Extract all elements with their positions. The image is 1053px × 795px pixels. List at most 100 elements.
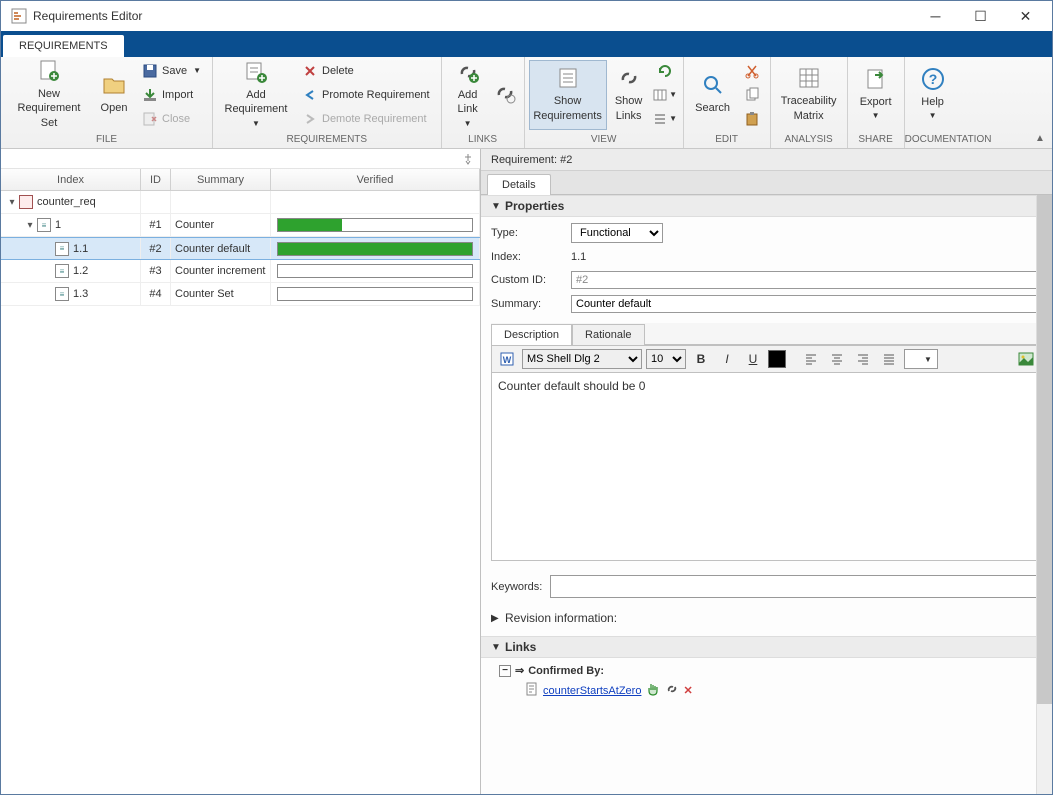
demote-button[interactable]: Demote Requirement (295, 108, 437, 130)
export-icon (864, 67, 888, 91)
style-select[interactable]: ▼ (904, 349, 938, 369)
promote-icon (302, 87, 318, 103)
align-justify-button[interactable] (878, 349, 900, 369)
import-button[interactable]: Import (135, 84, 208, 106)
align-left-button[interactable] (800, 349, 822, 369)
tab-description[interactable]: Description (491, 324, 572, 345)
details-panel: Requirement: #2 Details ▼ Properties Typ… (481, 149, 1052, 794)
app-icon (11, 8, 27, 24)
tree-row[interactable]: ≡1.2#3Counter increment (1, 260, 480, 283)
open-button[interactable]: Open (93, 60, 135, 130)
columns-button[interactable]: ▼ (651, 84, 679, 106)
editor-toolbar: W MS Shell Dlg 2 10 B I U ▼ (491, 345, 1042, 373)
close-file-button[interactable]: Close (135, 108, 208, 130)
requirement-header: Requirement: #2 (481, 149, 1052, 171)
list-view-button[interactable]: ▼ (651, 108, 679, 130)
help-icon: ? (921, 67, 945, 91)
underline-button[interactable]: U (742, 349, 764, 369)
cell-index: ▾≡1 (1, 214, 141, 236)
show-links-button[interactable]: Show Links (607, 60, 651, 130)
maximize-button[interactable]: ☐ (958, 2, 1003, 30)
pin-icon[interactable] (462, 153, 474, 165)
export-button[interactable]: Export ▼ (852, 60, 900, 130)
search-button[interactable]: Search (688, 60, 738, 130)
cell-verified (271, 214, 480, 236)
summary-input[interactable] (571, 295, 1042, 313)
window-title: Requirements Editor (33, 9, 913, 23)
type-select[interactable]: Functional (571, 223, 663, 243)
add-requirement-button[interactable]: Add Requirement ▼ (217, 60, 295, 130)
save-icon (142, 63, 158, 79)
copy-icon (744, 87, 760, 103)
customid-input[interactable] (571, 271, 1042, 289)
tab-requirements[interactable]: REQUIREMENTS (3, 35, 124, 57)
tree-row[interactable]: ▾ counter_req (1, 191, 480, 214)
show-requirements-button[interactable]: Show Requirements (529, 60, 607, 130)
cell-index: ≡1.2 (1, 260, 141, 282)
tree-row[interactable]: ≡1.3#4Counter Set (1, 283, 480, 306)
col-id[interactable]: ID (141, 169, 171, 190)
link-chain-icon[interactable] (665, 682, 679, 699)
caret-right-icon: ▶ (491, 613, 505, 624)
delete-link-icon[interactable]: ✕ (683, 684, 692, 697)
group-label-requirements: REQUIREMENTS (213, 132, 441, 148)
group-label-share: SHARE (848, 132, 904, 148)
link-item: counterStartsAtZero ✕ (525, 681, 1038, 700)
tab-details[interactable]: Details (487, 174, 551, 195)
italic-button[interactable]: I (716, 349, 738, 369)
folder-open-icon (102, 73, 126, 97)
cut-button[interactable] (738, 60, 766, 82)
right-scrollbar[interactable] (1036, 195, 1052, 794)
section-links-header[interactable]: ▼ Links (481, 636, 1052, 658)
tab-rationale[interactable]: Rationale (572, 324, 644, 345)
show-reqs-icon (556, 66, 580, 90)
keywords-input[interactable] (550, 575, 1042, 598)
text-color-button[interactable] (768, 350, 786, 368)
link-settings-button[interactable] (490, 60, 520, 130)
word-doc-button[interactable]: W (496, 349, 518, 369)
cell-index: ≡1.1 (1, 238, 141, 259)
delete-button[interactable]: Delete (295, 60, 437, 82)
confirmed-by-header[interactable]: − ⇒ Confirmed By: (499, 664, 1038, 677)
caret-down-icon: ▼ (193, 66, 201, 75)
paste-button[interactable] (738, 108, 766, 130)
font-select[interactable]: MS Shell Dlg 2 (522, 349, 642, 369)
verify-bar (277, 242, 473, 256)
link-anchor[interactable]: counterStartsAtZero (543, 685, 641, 697)
save-button[interactable]: Save ▼ (135, 60, 208, 82)
cell-summary (171, 191, 271, 213)
col-index[interactable]: Index (1, 169, 141, 190)
new-requirement-set-button[interactable]: New Requirement Set (5, 60, 93, 130)
collapse-ribbon-button[interactable]: ▲ (1032, 130, 1048, 146)
close-button[interactable]: ✕ (1003, 2, 1048, 30)
section-properties-header[interactable]: ▼ Properties (481, 195, 1052, 217)
row-label: counter_req (37, 196, 96, 208)
minimize-button[interactable]: ─ (913, 2, 958, 30)
insert-image-button[interactable] (1015, 349, 1037, 369)
cell-verified (271, 191, 480, 213)
col-verified[interactable]: Verified (271, 169, 480, 190)
refresh-button[interactable] (651, 60, 679, 82)
group-view: Show Requirements Show Links ▼ ▼ VIEW (525, 57, 684, 148)
tree-row[interactable]: ▾≡1#1Counter (1, 214, 480, 237)
cell-id: #1 (141, 214, 171, 236)
col-summary[interactable]: Summary (171, 169, 271, 190)
promote-button[interactable]: Promote Requirement (295, 84, 437, 106)
help-button[interactable]: ? Help ▼ (909, 60, 957, 130)
summary-label: Summary: (491, 298, 565, 310)
add-link-button[interactable]: Add Link ▼ (446, 60, 490, 130)
revision-info-header[interactable]: ▶ Revision information: (481, 608, 1052, 628)
chevron-down-icon[interactable]: ▾ (5, 197, 19, 208)
copy-button[interactable] (738, 84, 766, 106)
cell-verified (271, 283, 480, 305)
cell-index: ▾ counter_req (1, 191, 141, 213)
traceability-matrix-button[interactable]: Traceability Matrix (775, 60, 843, 130)
chevron-down-icon[interactable]: ▾ (23, 220, 37, 231)
collapse-box-icon[interactable]: − (499, 665, 511, 677)
align-center-button[interactable] (826, 349, 848, 369)
tree-row[interactable]: ≡1.1#2Counter default (1, 237, 480, 260)
description-editor[interactable]: Counter default should be 0 (491, 373, 1042, 561)
bold-button[interactable]: B (690, 349, 712, 369)
font-size-select[interactable]: 10 (646, 349, 686, 369)
align-right-button[interactable] (852, 349, 874, 369)
